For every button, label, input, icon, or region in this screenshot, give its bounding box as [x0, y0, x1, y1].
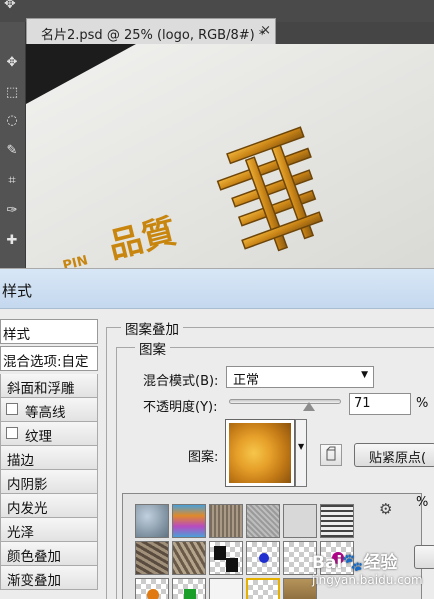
pattern-tile[interactable] — [135, 578, 169, 599]
style-item-satin[interactable]: 光泽 — [0, 518, 98, 542]
style-item-label: 颜色叠加 — [7, 549, 61, 565]
chevron-down-icon: ▼ — [298, 442, 305, 451]
style-item-label: 内阴影 — [7, 477, 48, 493]
pattern-tile-selected[interactable] — [246, 578, 280, 599]
style-item-label: 斜面和浮雕 — [7, 381, 75, 397]
new-preset-button[interactable] — [320, 444, 342, 466]
style-item-bevel[interactable]: 斜面和浮雕 — [0, 374, 98, 398]
contour-checkbox[interactable] — [6, 403, 18, 415]
pattern-swatch[interactable] — [225, 419, 295, 487]
style-item-contour[interactable]: 等高线 — [0, 398, 98, 422]
tab-bar — [276, 22, 434, 44]
new-preset-icon — [326, 446, 336, 461]
style-item-texture[interactable]: 纹理 — [0, 422, 98, 446]
document-title: 名片2.psd @ 25% (logo, RGB/8#) * — [41, 28, 266, 43]
watermark-url: jingyan.baidu.com — [312, 573, 423, 587]
style-item-label: 光泽 — [7, 525, 34, 541]
section-title: 图案叠加 — [121, 318, 183, 338]
chevron-down-icon: ▼ — [361, 370, 368, 380]
style-item-label: 纹理 — [25, 429, 52, 445]
snap-to-origin-button[interactable]: 贴紧原点( — [354, 443, 434, 467]
move-tool-icon[interactable]: ✥ — [4, 0, 16, 12]
dialog-title: 样式 — [2, 282, 33, 300]
green-square-icon — [184, 589, 196, 599]
blend-options-item[interactable]: 混合选项:自定 — [0, 346, 98, 371]
eyedropper-icon[interactable]: ✑ — [2, 200, 22, 222]
styles-header[interactable]: 样式 — [0, 319, 98, 344]
baidu-watermark: Bai🐾经验 jingyan.baidu.com — [312, 548, 423, 587]
pattern-tile[interactable] — [172, 578, 206, 599]
style-item-label: 描边 — [7, 453, 34, 469]
document-tab[interactable]: 名片2.psd @ 25% (logo, RGB/8#) * × — [26, 18, 276, 44]
crop-icon[interactable]: ⌗ — [2, 170, 22, 192]
opacity-slider-thumb[interactable] — [302, 402, 315, 411]
opacity-value: 71 — [354, 396, 371, 411]
blue-dot-icon — [259, 553, 269, 563]
snap-to-origin-label: 贴紧原点( — [369, 451, 427, 466]
group-title: 图案 — [135, 338, 170, 358]
opacity-input[interactable]: 71 — [349, 393, 411, 415]
pattern-tile[interactable] — [172, 504, 206, 538]
black-blob-icon — [214, 546, 238, 572]
gold-pattern-preview — [229, 423, 291, 483]
blend-mode-value: 正常 — [233, 373, 260, 388]
watermark-brand: Bai — [312, 553, 343, 573]
pattern-tile[interactable] — [135, 541, 169, 575]
style-item-label: 等高线 — [25, 405, 66, 421]
style-item-stroke[interactable]: 描边 — [0, 446, 98, 470]
pattern-tile[interactable] — [172, 541, 206, 575]
opacity-label: 不透明度(Y): — [143, 400, 218, 415]
orange-dot-icon — [147, 589, 159, 599]
pattern-tile[interactable] — [246, 504, 280, 538]
blend-mode-label: 混合模式(B): — [143, 374, 219, 389]
style-item-color-overlay[interactable]: 颜色叠加 — [0, 542, 98, 566]
tools-panel: ✥ ⬚ ◌ ✎ ⌗ ✑ ✚ — [0, 22, 26, 270]
healing-icon[interactable]: ✚ — [2, 230, 22, 252]
style-item-label: 渐变叠加 — [7, 573, 61, 589]
texture-checkbox[interactable] — [6, 427, 18, 439]
paw-icon: 🐾 — [342, 553, 364, 573]
move-icon[interactable]: ✥ — [2, 52, 22, 74]
watermark-brand2: 经验 — [363, 553, 398, 573]
pattern-tile[interactable] — [209, 504, 243, 538]
pattern-tile[interactable] — [320, 504, 354, 538]
business-card-photo: 品質 PIN — [26, 44, 434, 270]
pattern-dropdown[interactable]: ▼ — [295, 419, 307, 487]
gear-icon[interactable]: ⚙ — [379, 500, 392, 518]
dialog-titlebar[interactable]: 样式 — [0, 269, 434, 309]
document-canvas[interactable]: 品質 PIN — [26, 44, 434, 270]
scale-unit: % — [416, 495, 429, 510]
marquee-icon[interactable]: ⬚ — [2, 82, 22, 104]
style-item-inner-shadow[interactable]: 内阴影 — [0, 470, 98, 494]
close-icon[interactable]: × — [260, 23, 271, 38]
pattern-tile[interactable] — [135, 504, 169, 538]
style-item-gradient-overlay[interactable]: 渐变叠加 — [0, 566, 98, 590]
style-item-inner-glow[interactable]: 内发光 — [0, 494, 98, 518]
pattern-tile[interactable] — [209, 578, 243, 599]
quick-select-icon[interactable]: ✎ — [2, 140, 22, 162]
blend-mode-select[interactable]: 正常 ▼ — [226, 366, 374, 388]
pattern-tile[interactable] — [283, 504, 317, 538]
pattern-tile[interactable] — [209, 541, 243, 575]
lasso-icon[interactable]: ◌ — [2, 110, 22, 132]
style-item-label: 内发光 — [7, 501, 48, 517]
opacity-slider[interactable] — [229, 399, 341, 404]
pattern-tile[interactable] — [246, 541, 280, 575]
pattern-label: 图案: — [188, 450, 219, 465]
opacity-unit: % — [416, 396, 429, 411]
